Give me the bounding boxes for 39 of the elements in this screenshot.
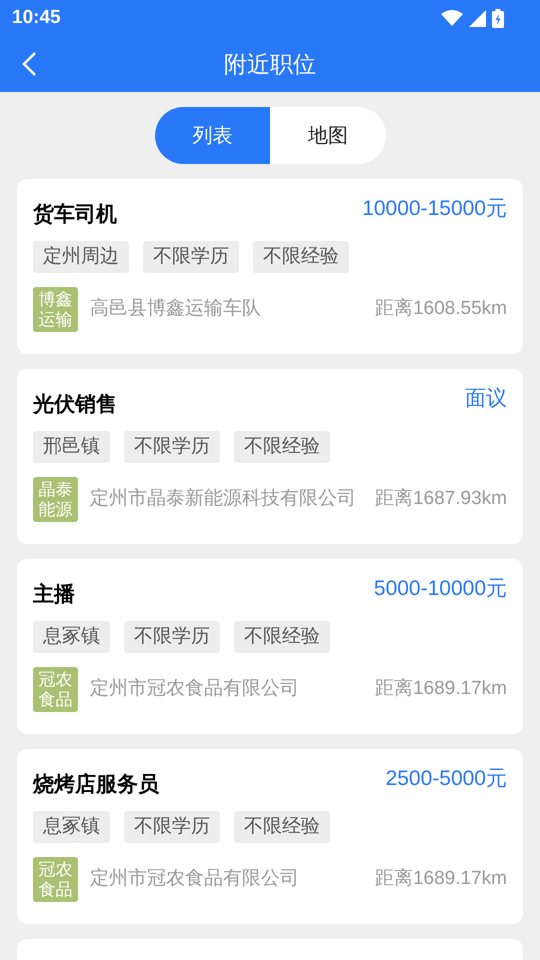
- distance: 距离1689.17km: [374, 677, 507, 702]
- tag: 不限经验: [234, 811, 330, 843]
- job-title: 主播: [33, 582, 75, 608]
- tag: 不限学历: [124, 811, 220, 843]
- company-logo: 冠农 食品: [33, 857, 78, 902]
- page-title: 附近职位: [224, 50, 316, 79]
- salary: 2500-5000元: [386, 766, 507, 792]
- company-logo: 冠农 食品: [33, 667, 78, 712]
- tag: 邢邑镇: [33, 431, 110, 463]
- view-tab[interactable]: 列表: [154, 107, 270, 164]
- job-card[interactable]: 主播 5000-10000元 息冢镇 不限学历 不限经验 冠农 食品 定州市冠农食品有限公司 距离1689.17km: [17, 559, 523, 734]
- job-title: 烧烤店服务员: [33, 772, 159, 798]
- tag: 不限经验: [234, 621, 330, 653]
- job-card[interactable]: 烧烤店服务员 2500-5000元 息冢镇 不限学历 不限经验 冠农 食品 定州市冠农食品有限公司 距离1689.17km: [17, 749, 523, 924]
- job-title: 光伏销售: [33, 392, 117, 418]
- status-time: 10:45: [12, 6, 61, 30]
- salary: 面议: [465, 386, 507, 412]
- tag: 息冢镇: [33, 621, 110, 653]
- tag: 不限学历: [124, 621, 220, 653]
- job-card[interactable]: 货车司机 10000-15000元 定州周边 不限学历 不限经验 博鑫 运输 高邑县博鑫运输车队 距离1608.55km: [17, 179, 523, 354]
- distance: 距离1687.93km: [374, 487, 507, 512]
- distance: 距离1689.17km: [374, 867, 507, 892]
- company-logo: 博鑫 运输: [33, 287, 78, 332]
- salary: 10000-15000元: [362, 196, 507, 222]
- job-card[interactable]: 光伏销售 面议 邢邑镇 不限学历 不限经验 晶泰 能源 定州市晶泰新能源科技有限公司 距离1687.93km: [17, 369, 523, 544]
- tag: 息冢镇: [33, 811, 110, 843]
- company-name: 高邑县博鑫运输车队: [90, 297, 261, 322]
- salary: 5000-10000元: [374, 576, 507, 602]
- tag: 定州周边: [33, 241, 129, 273]
- company-name: 定州市冠农食品有限公司: [90, 677, 299, 702]
- tag: 不限学历: [143, 241, 239, 273]
- distance: 距离1608.55km: [374, 297, 507, 322]
- company-name: 定州市冠农食品有限公司: [90, 867, 299, 892]
- company-logo: 晶泰 能源: [33, 477, 78, 522]
- tag: 不限经验: [234, 431, 330, 463]
- job-title: 货车司机: [33, 202, 117, 228]
- tag: 不限经验: [253, 241, 349, 273]
- company-name: 定州市晶泰新能源科技有限公司: [90, 487, 356, 512]
- tag: 不限学历: [124, 431, 220, 463]
